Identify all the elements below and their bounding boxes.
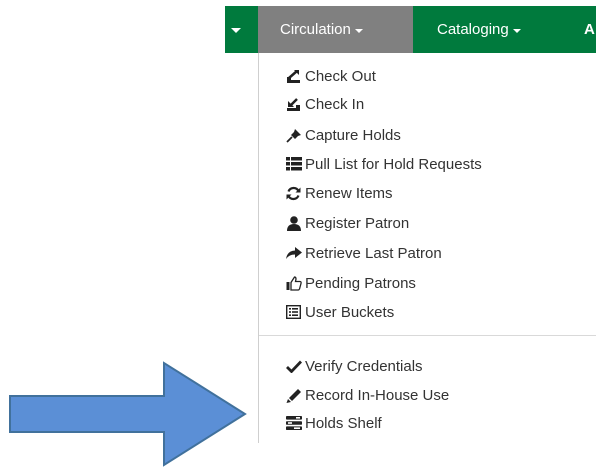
page: Circulation Cataloging A Check Out Check…	[0, 0, 596, 469]
annotation-arrow-shape	[9, 361, 247, 467]
right-arrow-icon	[9, 361, 247, 467]
